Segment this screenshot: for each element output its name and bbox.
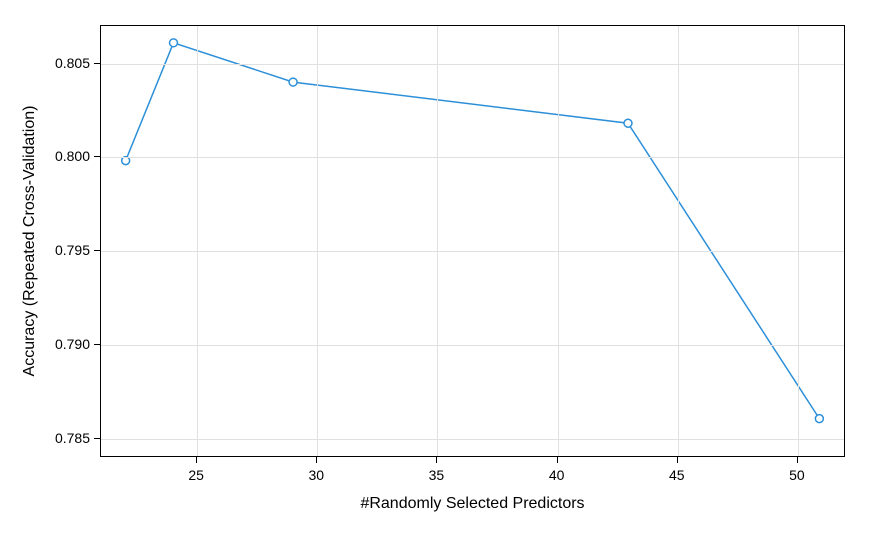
y-axis-label: Accuracy (Repeated Cross-Validation) (21, 106, 39, 377)
x-tick-mark (316, 457, 317, 463)
grid-line-vertical (317, 26, 318, 456)
x-tick-label: 35 (429, 467, 445, 483)
y-tick-mark (94, 438, 100, 439)
y-tick-label: 0.790 (55, 336, 90, 352)
data-point-marker (815, 415, 823, 423)
x-axis-label: #Randomly Selected Predictors (360, 495, 584, 513)
grid-line-horizontal (101, 439, 844, 440)
y-tick-mark (94, 63, 100, 64)
grid-line-horizontal (101, 157, 844, 158)
y-tick-mark (94, 156, 100, 157)
data-point-marker (624, 119, 632, 127)
x-tick-label: 25 (188, 467, 204, 483)
grid-line-vertical (678, 26, 679, 456)
x-tick-mark (557, 457, 558, 463)
x-tick-label: 50 (789, 467, 805, 483)
grid-line-horizontal (101, 251, 844, 252)
y-tick-label: 0.800 (55, 148, 90, 164)
x-tick-label: 40 (549, 467, 565, 483)
data-point-marker (289, 78, 297, 86)
grid-line-vertical (437, 26, 438, 456)
plot-area (100, 25, 845, 457)
data-point-marker (170, 39, 178, 47)
x-tick-mark (797, 457, 798, 463)
y-tick-label: 0.805 (55, 55, 90, 71)
x-tick-mark (436, 457, 437, 463)
data-line (126, 43, 820, 419)
y-tick-mark (94, 344, 100, 345)
y-tick-label: 0.795 (55, 242, 90, 258)
grid-line-vertical (197, 26, 198, 456)
x-tick-label: 30 (308, 467, 324, 483)
line-plot-svg (101, 26, 844, 456)
x-tick-mark (677, 457, 678, 463)
grid-line-vertical (558, 26, 559, 456)
y-tick-mark (94, 250, 100, 251)
y-tick-label: 0.785 (55, 430, 90, 446)
chart-container: #Randomly Selected Predictors Accuracy (… (0, 0, 879, 543)
grid-line-horizontal (101, 345, 844, 346)
x-tick-mark (196, 457, 197, 463)
grid-line-horizontal (101, 64, 844, 65)
grid-line-vertical (798, 26, 799, 456)
x-tick-label: 45 (669, 467, 685, 483)
